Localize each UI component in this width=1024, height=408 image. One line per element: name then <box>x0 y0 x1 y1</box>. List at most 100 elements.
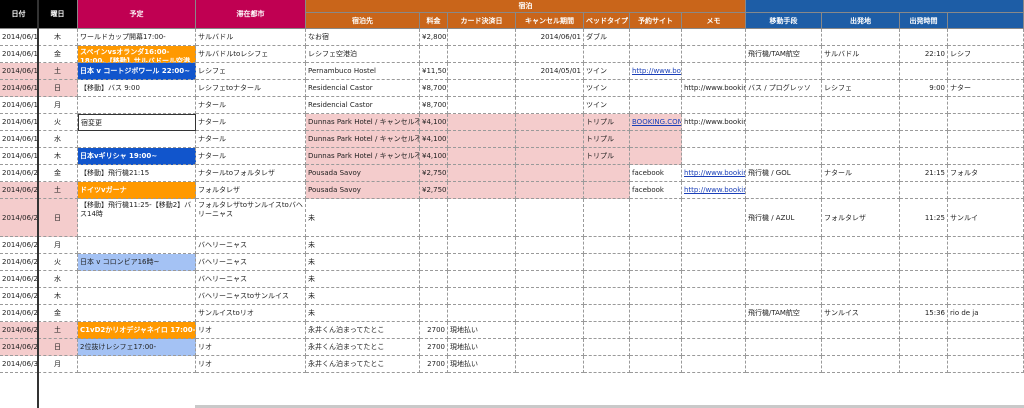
cell-card-row15[interactable] <box>448 288 516 305</box>
cell-sched-row9[interactable]: 【移動】飛行機21:15 <box>78 165 196 182</box>
cell-site-row2[interactable] <box>630 46 682 63</box>
cell-card-row18[interactable]: 現地払い <box>448 339 516 356</box>
cell-dest-row17[interactable] <box>948 322 1024 339</box>
cell-card-row11[interactable] <box>448 199 516 237</box>
cell-dow-row10[interactable]: 土 <box>38 182 78 199</box>
cell-bed-row5[interactable]: ツイン <box>584 97 630 114</box>
cell-lodging-row6[interactable]: Dunnas Park Hotel / キャンセル不可 <box>306 114 420 131</box>
cell-city-row17[interactable]: リオ <box>196 322 306 339</box>
cell-dep-row2[interactable]: 22:10 <box>900 46 948 63</box>
cell-site-row18[interactable] <box>630 339 682 356</box>
cell-transport-row6[interactable] <box>746 114 822 131</box>
cell-dep-row12[interactable] <box>900 237 948 254</box>
cell-transport-row13[interactable] <box>746 254 822 271</box>
cell-site-row10[interactable]: facebook <box>630 182 682 199</box>
cell-city-row4[interactable]: レシフェtoナタール <box>196 80 306 97</box>
cell-date-row15[interactable]: 2014/06/26 <box>0 288 38 305</box>
cell-fee-row10[interactable]: ¥2,750 <box>420 182 448 199</box>
cell-cancel-row8[interactable] <box>516 148 584 165</box>
cell-bed-row16[interactable] <box>584 305 630 322</box>
cell-lodging-row7[interactable]: Dunnas Park Hotel / キャンセル不可 <box>306 131 420 148</box>
cell-memo-row15[interactable] <box>682 288 746 305</box>
cell-date-row8[interactable]: 2014/06/19 <box>0 148 38 165</box>
cell-dep-row9[interactable]: 21:15 <box>900 165 948 182</box>
cell-origin-row9[interactable]: ナタール <box>822 165 900 182</box>
cell-card-row17[interactable]: 現地払い <box>448 322 516 339</box>
cell-cancel-row9[interactable] <box>516 165 584 182</box>
cell-dow-row2[interactable]: 金 <box>38 46 78 63</box>
cell-sched-row18[interactable]: 2位抜けレシフェ17:00- <box>78 339 196 356</box>
cell-fee-row16[interactable] <box>420 305 448 322</box>
cell-fee-row19[interactable]: 2700 <box>420 356 448 373</box>
cell-fee-row4[interactable]: ¥8,700 <box>420 80 448 97</box>
cell-cancel-row14[interactable] <box>516 271 584 288</box>
cell-city-row13[interactable]: バヘリーニャス <box>196 254 306 271</box>
cell-bed-row18[interactable] <box>584 339 630 356</box>
cell-origin-row11[interactable]: フォルタレザ <box>822 199 900 237</box>
cell-cancel-row18[interactable] <box>516 339 584 356</box>
cell-dest-row2[interactable]: レシフ <box>948 46 1024 63</box>
cell-dep-row13[interactable] <box>900 254 948 271</box>
cell-origin-row1[interactable] <box>822 29 900 46</box>
cell-transport-row18[interactable] <box>746 339 822 356</box>
cell-dep-row17[interactable] <box>900 322 948 339</box>
cell-card-row16[interactable] <box>448 305 516 322</box>
cell-dow-row12[interactable]: 月 <box>38 237 78 254</box>
cell-date-row10[interactable]: 2014/06/21 <box>0 182 38 199</box>
cell-transport-row1[interactable] <box>746 29 822 46</box>
cell-cancel-row5[interactable] <box>516 97 584 114</box>
cell-dest-row18[interactable] <box>948 339 1024 356</box>
cell-cancel-row4[interactable] <box>516 80 584 97</box>
cell-dest-row13[interactable] <box>948 254 1024 271</box>
cell-city-row6[interactable]: ナタール <box>196 114 306 131</box>
cell-site-row16[interactable] <box>630 305 682 322</box>
cell-fee-row14[interactable] <box>420 271 448 288</box>
cell-memo-row17[interactable] <box>682 322 746 339</box>
cell-card-row10[interactable] <box>448 182 516 199</box>
cell-dow-row4[interactable]: 日 <box>38 80 78 97</box>
cell-transport-row17[interactable] <box>746 322 822 339</box>
cell-dow-row5[interactable]: 月 <box>38 97 78 114</box>
cell-transport-row14[interactable] <box>746 271 822 288</box>
cell-sched-row12[interactable] <box>78 237 196 254</box>
cell-dow-row8[interactable]: 木 <box>38 148 78 165</box>
cell-dest-row8[interactable] <box>948 148 1024 165</box>
cell-fee-row17[interactable]: 2700 <box>420 322 448 339</box>
cell-origin-row8[interactable] <box>822 148 900 165</box>
cell-dest-row4[interactable]: ナター <box>948 80 1024 97</box>
cell-card-row12[interactable] <box>448 237 516 254</box>
cell-lodging-row17[interactable]: 永井くん泊まってたとこ <box>306 322 420 339</box>
cell-cancel-row3[interactable]: 2014/05/01 <box>516 63 584 80</box>
cell-site-row17[interactable] <box>630 322 682 339</box>
cell-memo-row12[interactable] <box>682 237 746 254</box>
cell-fee-row18[interactable]: 2700 <box>420 339 448 356</box>
cell-bed-row7[interactable]: トリプル <box>584 131 630 148</box>
cell-dep-row7[interactable] <box>900 131 948 148</box>
cell-sched-row17[interactable]: C1vD2かリオデジャネイロ 17:00- <box>78 322 196 339</box>
cell-date-row19[interactable]: 2014/06/30 <box>0 356 38 373</box>
cell-origin-row2[interactable]: サルバドル <box>822 46 900 63</box>
cell-sched-row16[interactable] <box>78 305 196 322</box>
cell-site-row9[interactable]: facebook <box>630 165 682 182</box>
cell-bed-row17[interactable] <box>584 322 630 339</box>
cell-sched-row14[interactable] <box>78 271 196 288</box>
cell-transport-row16[interactable]: 飛行機/TAM航空 <box>746 305 822 322</box>
cell-sched-row11[interactable]: 【移動】飛行機11:25-【移動2】バス14時 <box>78 199 196 237</box>
cell-transport-row3[interactable] <box>746 63 822 80</box>
cell-dep-row11[interactable]: 11:25 <box>900 199 948 237</box>
cell-origin-row4[interactable]: レシフェ <box>822 80 900 97</box>
cell-memo-row18[interactable] <box>682 339 746 356</box>
cell-dow-row1[interactable]: 木 <box>38 29 78 46</box>
cell-dep-row19[interactable] <box>900 356 948 373</box>
cell-card-row3[interactable] <box>448 63 516 80</box>
cell-transport-row15[interactable] <box>746 288 822 305</box>
cell-dow-row6[interactable]: 火 <box>38 114 78 131</box>
cell-dep-row15[interactable] <box>900 288 948 305</box>
cell-memo-row14[interactable] <box>682 271 746 288</box>
cell-bed-row11[interactable] <box>584 199 630 237</box>
cell-fee-row8[interactable]: ¥4,100 <box>420 148 448 165</box>
cell-fee-row1[interactable]: ¥2,800 <box>420 29 448 46</box>
cell-transport-row2[interactable]: 飛行機/TAM航空 <box>746 46 822 63</box>
cell-fee-row5[interactable]: ¥8,700 <box>420 97 448 114</box>
cell-card-row1[interactable] <box>448 29 516 46</box>
